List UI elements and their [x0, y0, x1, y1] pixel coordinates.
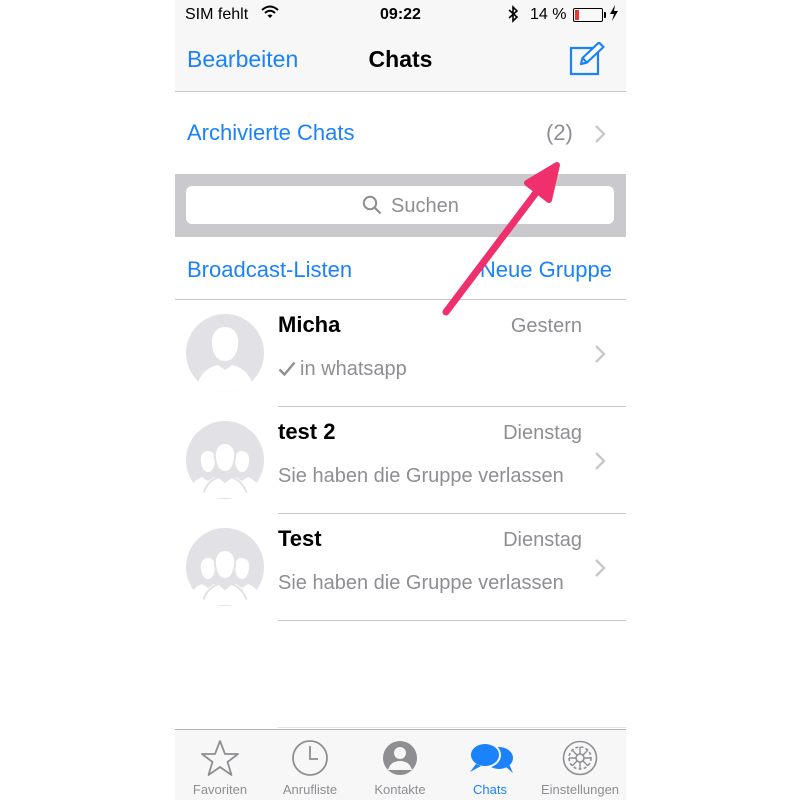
annotation-arrow [442, 162, 560, 316]
